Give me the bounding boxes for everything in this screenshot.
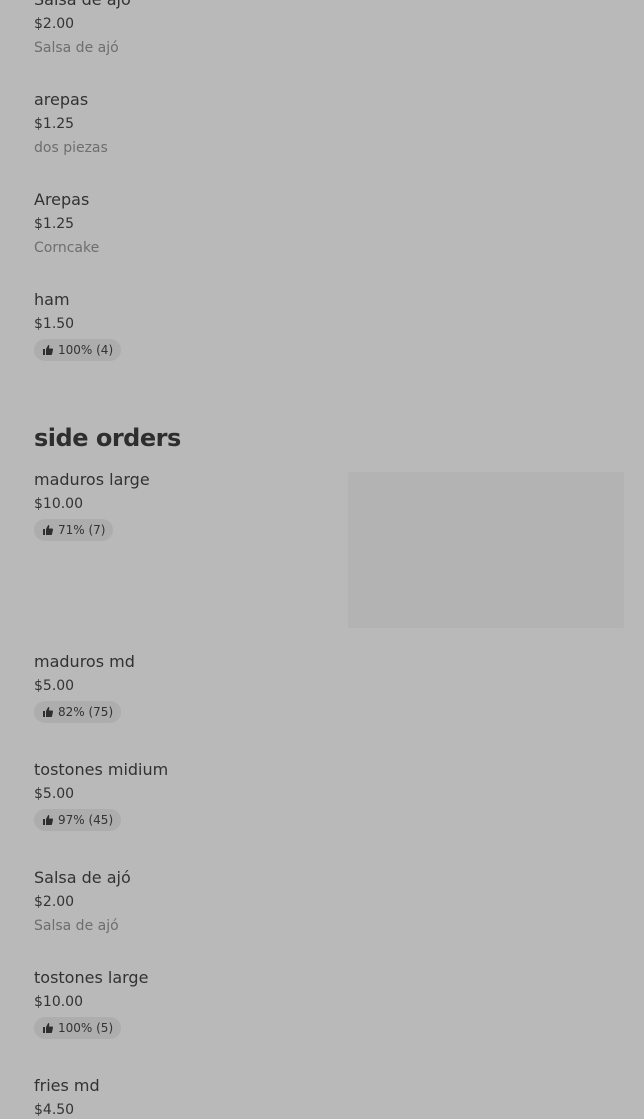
item-name: Salsa de ajó: [34, 868, 131, 887]
menu-item[interactable]: ham $1.50 100% (4): [34, 290, 324, 361]
item-name: maduros md: [34, 652, 135, 671]
item-price: $10.00: [34, 994, 83, 1010]
item-image-placeholder[interactable]: [348, 472, 624, 628]
thumbs-up-icon: [42, 524, 54, 536]
menu-item[interactable]: maduros large $10.00 71% (7): [34, 470, 324, 541]
menu-item[interactable]: maduros md $5.00 82% (75): [34, 652, 324, 723]
item-name: fries md: [34, 1076, 100, 1095]
menu-item[interactable]: tostones midium $5.00 97% (45): [34, 760, 324, 831]
item-name: tostones large: [34, 968, 149, 987]
item-description: dos piezas: [34, 140, 108, 156]
thumbs-up-icon: [42, 1022, 54, 1034]
item-name: arepas: [34, 90, 89, 109]
item-price: $5.00: [34, 678, 75, 694]
item-description: Corncake: [34, 240, 100, 256]
item-description: Salsa de ajó: [34, 40, 119, 56]
rating-badge: 100% (5): [34, 1017, 122, 1039]
rating-text: 71% (7): [58, 523, 106, 537]
rating-text: 100% (4): [58, 343, 114, 357]
item-price: $1.25: [34, 216, 75, 232]
item-name: ham: [34, 290, 70, 309]
item-price: $5.00: [34, 786, 75, 802]
item-name: Salsa de ajó: [34, 0, 324, 10]
item-name: tostones midium: [34, 760, 169, 779]
item-price: $4.50: [34, 1102, 75, 1118]
rating-badge: 97% (45): [34, 809, 122, 831]
item-price: $2.00: [34, 16, 75, 32]
menu-item[interactable]: tostones large $10.00 100% (5): [34, 968, 324, 1039]
thumbs-up-icon: [42, 814, 54, 826]
menu-item[interactable]: Arepas $1.25 Corncake: [34, 190, 324, 257]
menu-item[interactable]: fries md $4.50: [34, 1076, 324, 1119]
rating-badge: 100% (4): [34, 339, 122, 361]
rating-text: 100% (5): [58, 1021, 114, 1035]
menu-item[interactable]: Salsa de ajó $2.00 Salsa de ajó: [34, 868, 324, 935]
item-name: maduros large: [34, 470, 150, 489]
item-price: $1.50: [34, 316, 75, 332]
thumbs-up-icon: [42, 706, 54, 718]
item-name: Arepas: [34, 190, 90, 209]
rating-text: 82% (75): [58, 705, 114, 719]
menu-item[interactable]: arepas $1.25 dos piezas: [34, 90, 324, 157]
rating-text: 97% (45): [58, 813, 114, 827]
section-title: side orders: [34, 424, 181, 452]
rating-badge: 82% (75): [34, 701, 122, 723]
menu-item[interactable]: Salsa de ajó $2.00 Salsa de ajó: [34, 0, 324, 57]
item-price: $10.00: [34, 496, 83, 512]
item-price: $1.25: [34, 116, 75, 132]
item-description: Salsa de ajó: [34, 918, 119, 934]
rating-badge: 71% (7): [34, 519, 114, 541]
thumbs-up-icon: [42, 344, 54, 356]
item-price: $2.00: [34, 894, 75, 910]
